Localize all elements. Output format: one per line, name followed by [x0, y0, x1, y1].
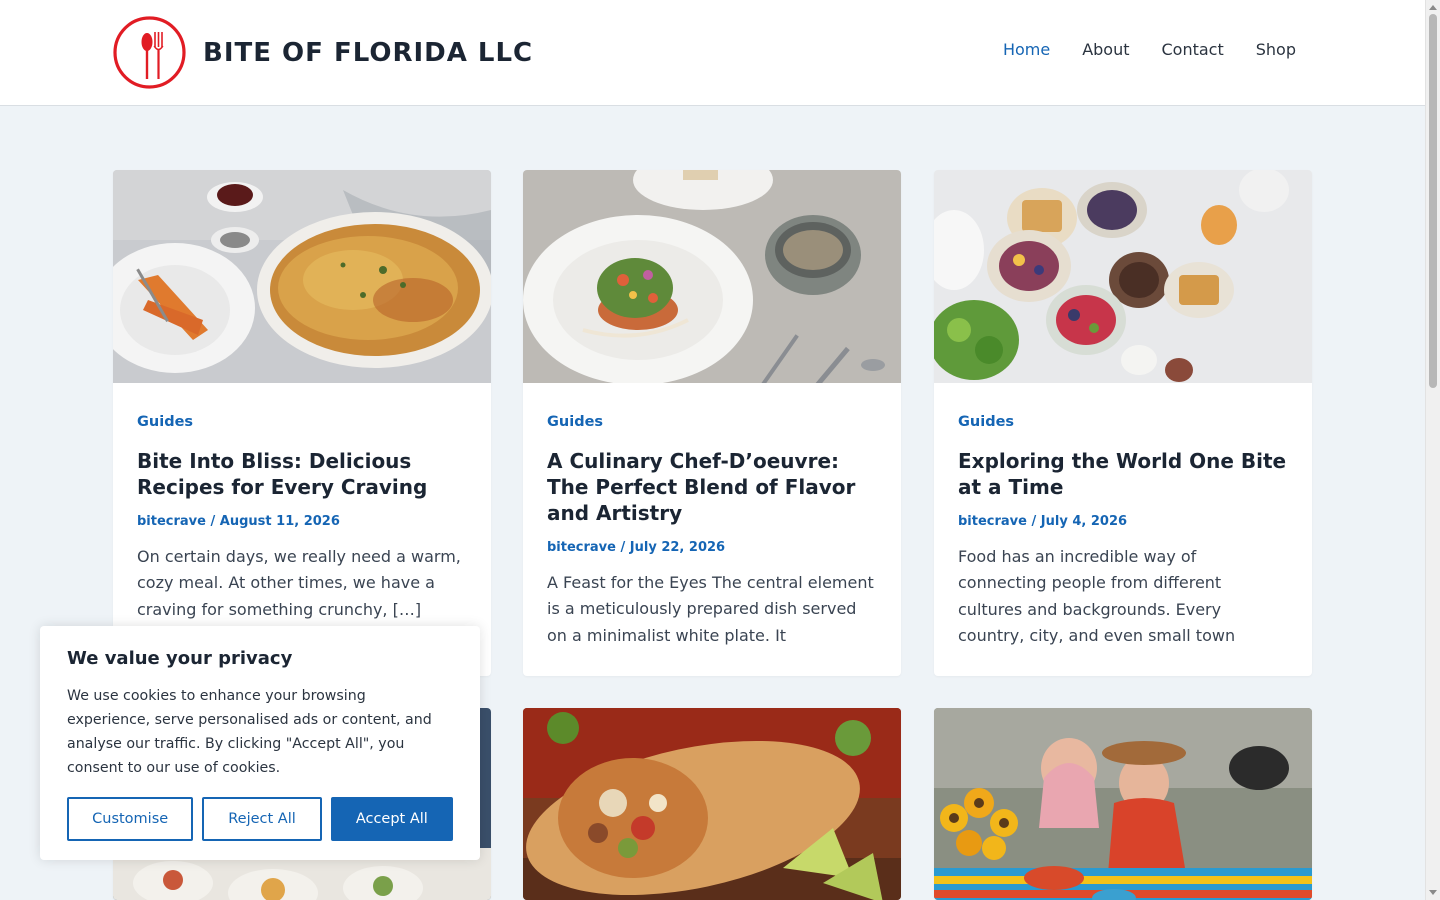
post-title[interactable]: Bite Into Bliss: Delicious Recipes for E…: [137, 448, 467, 500]
post-excerpt: A Feast for the Eyes The central element…: [547, 573, 874, 645]
post-title[interactable]: Exploring the World One Bite at a Time: [958, 448, 1288, 500]
post-date[interactable]: July 4, 2026: [1041, 514, 1127, 529]
post-title[interactable]: A Culinary Chef-D’oeuvre: The Perfect Bl…: [547, 448, 877, 526]
site-title[interactable]: BITE OF FLORIDA LLC: [203, 38, 533, 68]
post-meta: bitecrave / August 11, 2026: [137, 514, 340, 529]
post-date[interactable]: July 22, 2026: [630, 540, 725, 555]
plated-salad-image[interactable]: [523, 170, 901, 383]
post-author[interactable]: bitecrave: [958, 514, 1027, 529]
cookie-text: We use cookies to enhance your browsing …: [67, 688, 432, 776]
post-author[interactable]: bitecrave: [547, 540, 616, 555]
cookie-actions: Customise Reject All Accept All: [67, 797, 453, 841]
post-card-body: Guides A Culinary Chef-D’oeuvre: The Per…: [523, 383, 901, 673]
scroll-down-arrow-icon[interactable]: [1429, 890, 1437, 895]
site-header: BITE OF FLORIDA LLC Home About Contact S…: [0, 0, 1425, 106]
post-meta: bitecrave / July 22, 2026: [547, 540, 726, 555]
nav-about[interactable]: About: [1082, 40, 1129, 59]
accept-all-button[interactable]: Accept All: [330, 797, 453, 841]
post-date[interactable]: August 11, 2026: [220, 514, 340, 529]
burrito-image[interactable]: [523, 708, 901, 900]
breakfast-spread-image[interactable]: [934, 170, 1312, 383]
post-card: [934, 708, 1312, 900]
post-card-body: Guides Exploring the World One Bite at a…: [934, 383, 1312, 673]
post-card: Guides Exploring the World One Bite at a…: [934, 170, 1312, 676]
pasta-bake-image[interactable]: [113, 170, 491, 383]
customise-button[interactable]: Customise: [67, 797, 194, 841]
post-author[interactable]: bitecrave: [137, 514, 206, 529]
post-card: [523, 708, 901, 900]
nav-home[interactable]: Home: [1003, 40, 1050, 59]
cookie-consent-banner: We value your privacy We use cookies to …: [40, 626, 480, 860]
post-meta: bitecrave / July 4, 2026: [958, 514, 1128, 529]
post-card-body: Guides Bite Into Bliss: Delicious Recipe…: [113, 383, 491, 647]
sunflower-dinner-image[interactable]: [934, 708, 1312, 900]
brand[interactable]: BITE OF FLORIDA LLC: [113, 16, 533, 89]
nav-contact[interactable]: Contact: [1162, 40, 1224, 59]
post-card: Guides Bite Into Bliss: Delicious Recipe…: [113, 170, 491, 676]
post-excerpt: Food has an incredible way of connecting…: [958, 547, 1236, 645]
fork-spoon-logo-icon[interactable]: [113, 16, 186, 89]
main-nav: Home About Contact Shop: [1003, 40, 1296, 59]
reject-all-button[interactable]: Reject All: [202, 797, 322, 841]
post-card: Guides A Culinary Chef-D’oeuvre: The Per…: [523, 170, 901, 676]
scroll-up-arrow-icon[interactable]: [1429, 5, 1437, 10]
post-category[interactable]: Guides: [547, 414, 603, 430]
nav-shop[interactable]: Shop: [1256, 40, 1296, 59]
post-category[interactable]: Guides: [137, 414, 193, 430]
post-excerpt: On certain days, we really need a warm, …: [137, 547, 461, 619]
page-scrollbar[interactable]: [1425, 0, 1440, 900]
cookie-title: We value your privacy: [67, 648, 293, 669]
scrollbar-thumb[interactable]: [1429, 14, 1437, 388]
post-category[interactable]: Guides: [958, 414, 1014, 430]
